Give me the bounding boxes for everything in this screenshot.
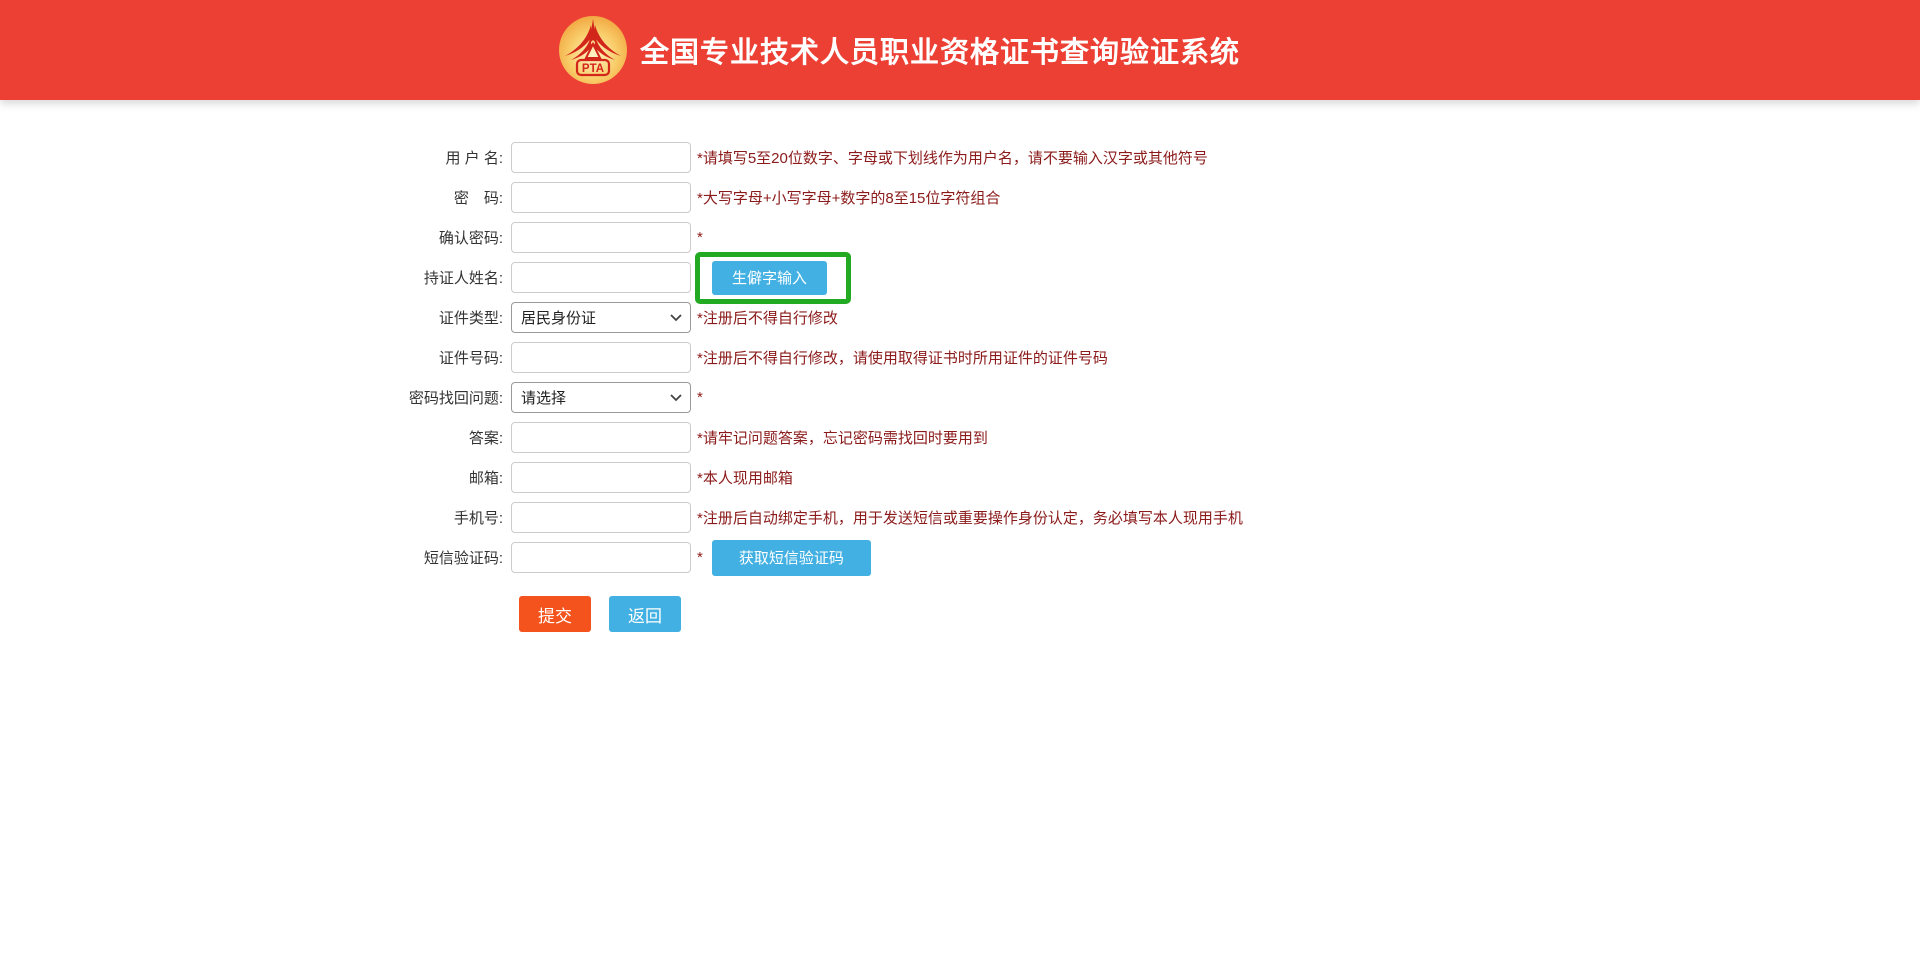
highlight-box: 生僻字输入 bbox=[695, 252, 851, 304]
email-label: 邮箱: bbox=[331, 467, 511, 488]
get-sms-code-button[interactable]: 获取短信验证码 bbox=[712, 540, 871, 576]
answer-input[interactable] bbox=[511, 422, 691, 453]
answer-label: 答案: bbox=[331, 427, 511, 448]
form-row-phone: 手机号: *注册后自动绑定手机，用于发送短信或重要操作身份认定，务必填写本人现用… bbox=[0, 502, 1920, 533]
password-label: 密 码: bbox=[331, 187, 511, 208]
holder-name-label: 持证人姓名: bbox=[331, 267, 511, 288]
id-number-hint: *注册后不得自行修改，请使用取得证书时所用证件的证件号码 bbox=[697, 347, 1108, 368]
id-type-hint: *注册后不得自行修改 bbox=[697, 307, 838, 328]
form-row-password: 密 码: *大写字母+小写字母+数字的8至15位字符组合 bbox=[0, 182, 1920, 213]
holder-name-input[interactable] bbox=[511, 262, 691, 293]
id-number-input[interactable] bbox=[511, 342, 691, 373]
answer-hint: *请牢记问题答案，忘记密码需找回时要用到 bbox=[697, 427, 988, 448]
form-row-username: 用 户 名: *请填写5至20位数字、字母或下划线作为用户名，请不要输入汉字或其… bbox=[0, 142, 1920, 173]
password-question-selected-value: 请选择 bbox=[521, 387, 566, 408]
form-row-id-type: 证件类型: 居民身份证 *注册后不得自行修改 bbox=[0, 302, 1920, 333]
phone-label: 手机号: bbox=[331, 507, 511, 528]
username-input[interactable] bbox=[511, 142, 691, 173]
id-type-selected-value: 居民身份证 bbox=[521, 307, 596, 328]
logo-text: PTA bbox=[582, 63, 604, 75]
id-number-label: 证件号码: bbox=[331, 347, 511, 368]
password-question-required-asterisk: * bbox=[697, 389, 703, 406]
email-input[interactable] bbox=[511, 462, 691, 493]
page-title: 全国专业技术人员职业资格证书查询验证系统 bbox=[640, 29, 1240, 71]
form-row-password-question: 密码找回问题: 请选择 * bbox=[0, 382, 1920, 413]
password-question-select[interactable]: 请选择 bbox=[511, 382, 691, 413]
sms-code-label: 短信验证码: bbox=[331, 547, 511, 568]
chevron-down-icon bbox=[670, 394, 682, 402]
form-row-confirm-password: 确认密码: * bbox=[0, 222, 1920, 253]
confirm-password-label: 确认密码: bbox=[331, 227, 511, 248]
phone-input[interactable] bbox=[511, 502, 691, 533]
form-row-email: 邮箱: *本人现用邮箱 bbox=[0, 462, 1920, 493]
rare-character-input-button[interactable]: 生僻字输入 bbox=[712, 261, 827, 295]
password-hint: *大写字母+小写字母+数字的8至15位字符组合 bbox=[697, 187, 1000, 208]
form-row-sms-code: 短信验证码: * 获取短信验证码 bbox=[0, 542, 1920, 573]
registration-form: 用 户 名: *请填写5至20位数字、字母或下划线作为用户名，请不要输入汉字或其… bbox=[0, 142, 1920, 632]
form-row-holder-name: 持证人姓名: 生僻字输入 bbox=[0, 262, 1920, 293]
username-hint: *请填写5至20位数字、字母或下划线作为用户名，请不要输入汉字或其他符号 bbox=[697, 147, 1208, 168]
chevron-down-icon bbox=[670, 314, 682, 322]
username-label: 用 户 名: bbox=[331, 147, 511, 168]
form-row-id-number: 证件号码: *注册后不得自行修改，请使用取得证书时所用证件的证件号码 bbox=[0, 342, 1920, 373]
page-header: PTA 全国专业技术人员职业资格证书查询验证系统 bbox=[0, 0, 1920, 100]
submit-button[interactable]: 提交 bbox=[519, 596, 591, 632]
back-button[interactable]: 返回 bbox=[609, 596, 681, 632]
form-row-answer: 答案: *请牢记问题答案，忘记密码需找回时要用到 bbox=[0, 422, 1920, 453]
brand: PTA 全国专业技术人员职业资格证书查询验证系统 bbox=[558, 15, 1240, 85]
email-hint: *本人现用邮箱 bbox=[697, 467, 793, 488]
id-type-select[interactable]: 居民身份证 bbox=[511, 302, 691, 333]
sms-code-required-asterisk: * bbox=[697, 549, 703, 566]
id-type-label: 证件类型: bbox=[331, 307, 511, 328]
phone-hint: *注册后自动绑定手机，用于发送短信或重要操作身份认定，务必填写本人现用手机 bbox=[697, 507, 1243, 528]
confirm-password-input[interactable] bbox=[511, 222, 691, 253]
form-actions: 提交 返回 bbox=[0, 596, 1920, 632]
confirm-password-required-asterisk: * bbox=[697, 229, 703, 246]
password-question-label: 密码找回问题: bbox=[331, 387, 511, 408]
pta-logo-icon: PTA bbox=[558, 15, 628, 85]
sms-code-input[interactable] bbox=[511, 542, 691, 573]
password-input[interactable] bbox=[511, 182, 691, 213]
